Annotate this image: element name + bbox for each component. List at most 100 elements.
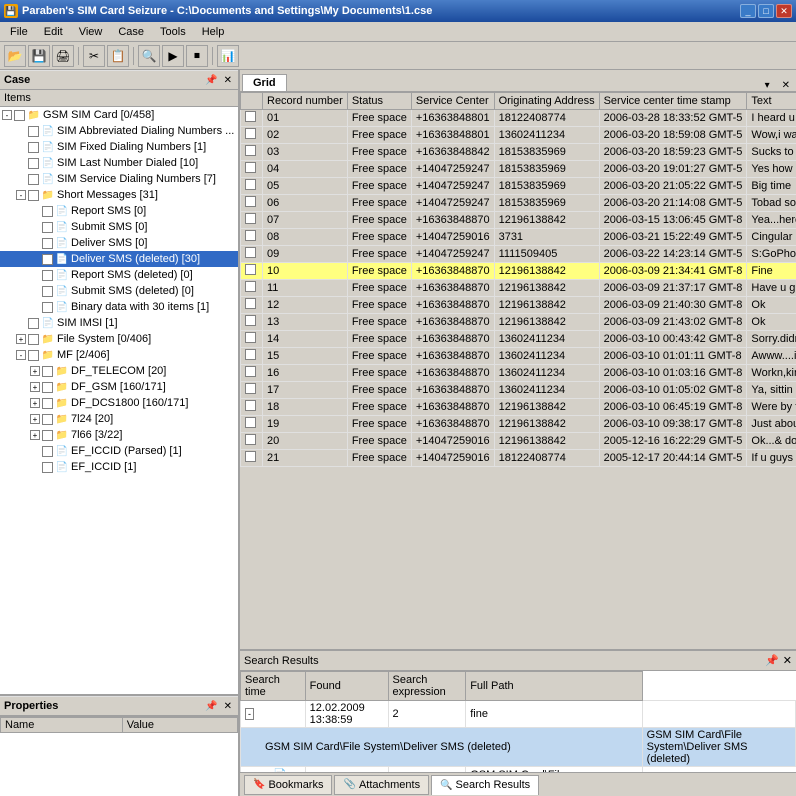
maximize-button[interactable]: □	[758, 4, 774, 18]
checkbox-deliver_del[interactable]	[42, 254, 53, 265]
row-checkbox-9[interactable]	[245, 264, 256, 275]
expand-dfdcs[interactable]: +	[30, 398, 40, 408]
checkbox-submit[interactable]	[42, 222, 53, 233]
row-checkbox-10[interactable]	[245, 281, 256, 292]
checkbox-short[interactable]	[28, 190, 39, 201]
toolbar-stop[interactable]: ⏹	[186, 45, 208, 67]
panel-pin[interactable]: 📌	[203, 75, 219, 86]
table-row[interactable]: 18Free space+16363848870121961388422006-…	[241, 399, 796, 416]
toolbar-save[interactable]: 💾	[28, 45, 50, 67]
row-checkbox-3[interactable]	[245, 162, 256, 173]
tree-item-mf[interactable]: -📁MF [2/406]	[0, 347, 238, 363]
row-checkbox-8[interactable]	[245, 247, 256, 258]
search-pin[interactable]: 📌	[765, 654, 779, 667]
expand-short[interactable]: -	[16, 190, 26, 200]
table-row[interactable]: 12Free space+16363848870121961388422006-…	[241, 297, 796, 314]
toolbar-copy[interactable]: 📋	[107, 45, 129, 67]
row-checkbox-19[interactable]	[245, 434, 256, 445]
row-checkbox-2[interactable]	[245, 145, 256, 156]
toolbar-search[interactable]: 🔍	[138, 45, 160, 67]
row-checkbox-7[interactable]	[245, 230, 256, 241]
tree-item-dfdcs[interactable]: +📁DF_DCS1800 [160/171]	[0, 395, 238, 411]
table-row[interactable]: 19Free space+16363848870121961388422006-…	[241, 416, 796, 433]
properties-pin[interactable]: 📌	[203, 701, 219, 712]
row-checkbox-17[interactable]	[245, 400, 256, 411]
menu-view[interactable]: View	[71, 24, 111, 40]
tree-item-7124[interactable]: +📁7l24 [20]	[0, 411, 238, 427]
tree-item-submit_del[interactable]: 📄Submit SMS (deleted) [0]	[0, 283, 238, 299]
search-close[interactable]: ✕	[783, 654, 792, 667]
row-checkbox-15[interactable]	[245, 366, 256, 377]
table-row[interactable]: 14Free space+16363848870136024112342006-…	[241, 331, 796, 348]
table-row[interactable]: 20Free space+14047259016121961388422005-…	[241, 433, 796, 450]
tree-item-telecom[interactable]: +📁DF_TELECOM [20]	[0, 363, 238, 379]
table-row[interactable]: 05Free space+14047259247181538359692006-…	[241, 178, 796, 195]
properties-close[interactable]: ✕	[222, 701, 234, 712]
toolbar-print[interactable]: 🖨	[52, 45, 74, 67]
tree-item-ef_iccid_p[interactable]: 📄EF_ICCID (Parsed) [1]	[0, 443, 238, 459]
close-button[interactable]: ✕	[776, 4, 792, 18]
data-grid[interactable]: Record number Status Service Center Orig…	[240, 92, 796, 649]
checkbox-report[interactable]	[42, 206, 53, 217]
row-checkbox-1[interactable]	[245, 128, 256, 139]
table-row[interactable]: 09Free space+1404725924711115094052006-0…	[241, 246, 796, 263]
expand-dfgsm[interactable]: +	[30, 382, 40, 392]
tab-attachments[interactable]: 📎 Attachments	[334, 775, 429, 795]
table-row[interactable]: 04Free space+14047259247181538359692006-…	[241, 161, 796, 178]
tree-item-7166[interactable]: +📁7l66 [3/22]	[0, 427, 238, 443]
panel-close[interactable]: ✕	[222, 75, 234, 86]
minimize-button[interactable]: _	[740, 4, 756, 18]
menu-edit[interactable]: Edit	[36, 24, 71, 40]
checkbox-7124[interactable]	[42, 414, 53, 425]
checkbox-fixed[interactable]	[28, 142, 39, 153]
table-row[interactable]: 01Free space+16363848801181224087742006-…	[241, 110, 796, 127]
tree-item-gsm[interactable]: -📁GSM SIM Card [0/458]	[0, 107, 238, 123]
checkbox-binary[interactable]	[42, 302, 53, 313]
search-expand[interactable]: -	[245, 708, 254, 720]
tree-item-abbrev[interactable]: 📄SIM Abbreviated Dialing Numbers ...	[0, 123, 238, 139]
tree-item-last[interactable]: 📄SIM Last Number Dialed [10]	[0, 155, 238, 171]
row-checkbox-0[interactable]	[245, 111, 256, 122]
expand-7166[interactable]: +	[30, 430, 40, 440]
table-row[interactable]: 17Free space+16363848870136024112342006-…	[241, 382, 796, 399]
col-timestamp[interactable]: Service center time stamp	[599, 93, 747, 110]
expand-mf[interactable]: -	[16, 350, 26, 360]
tree-item-deliver_del[interactable]: 📄Deliver SMS (deleted) [30]	[0, 251, 238, 267]
tab-bookmarks[interactable]: 🔖 Bookmarks	[244, 775, 332, 795]
tree-item-dfgsm[interactable]: +📁DF_GSM [160/171]	[0, 379, 238, 395]
checkbox-imsi[interactable]	[28, 318, 39, 329]
grid-close[interactable]: ▾	[761, 80, 774, 91]
tree-item-submit[interactable]: 📄Submit SMS [0]	[0, 219, 238, 235]
checkbox-ef_iccid[interactable]	[42, 462, 53, 473]
tree-item-imsi[interactable]: 📄SIM IMSI [1]	[0, 315, 238, 331]
col-text[interactable]: Text	[747, 93, 796, 110]
tree-item-fs[interactable]: +📁File System [0/406]	[0, 331, 238, 347]
checkbox-dfgsm[interactable]	[42, 382, 53, 393]
row-checkbox-18[interactable]	[245, 417, 256, 428]
table-row[interactable]: 02Free space+16363848801136024112342006-…	[241, 127, 796, 144]
tree-item-deliver[interactable]: 📄Deliver SMS [0]	[0, 235, 238, 251]
search-row[interactable]: -12.02.2009 13:38:592fine	[241, 701, 796, 728]
tree-item-report[interactable]: 📄Report SMS [0]	[0, 203, 238, 219]
checkbox-fs[interactable]	[28, 334, 39, 345]
row-checkbox-4[interactable]	[245, 179, 256, 190]
row-checkbox-14[interactable]	[245, 349, 256, 360]
tree-item-report_del[interactable]: 📄Report SMS (deleted) [0]	[0, 267, 238, 283]
checkbox-dfdcs[interactable]	[42, 398, 53, 409]
menu-case[interactable]: Case	[110, 24, 152, 40]
table-row[interactable]: 21Free space+14047259016181224087742005-…	[241, 450, 796, 467]
table-row[interactable]: 13Free space+16363848870121961388422006-…	[241, 314, 796, 331]
expand-telecom[interactable]: +	[30, 366, 40, 376]
menu-tools[interactable]: Tools	[152, 24, 194, 40]
checkbox-abbrev[interactable]	[28, 126, 39, 137]
checkbox-mf[interactable]	[28, 350, 39, 361]
expand-gsm[interactable]: -	[2, 110, 12, 120]
table-row[interactable]: 08Free space+1404725901637312006-03-21 1…	[241, 229, 796, 246]
toolbar-report[interactable]: 📊	[217, 45, 239, 67]
table-row[interactable]: 10Free space+16363848870121961388422006-…	[241, 263, 796, 280]
checkbox-service[interactable]	[28, 174, 39, 185]
table-row[interactable]: 07Free space+16363848870121961388422006-…	[241, 212, 796, 229]
tree-item-service[interactable]: 📄SIM Service Dialing Numbers [7]	[0, 171, 238, 187]
expand-fs[interactable]: +	[16, 334, 26, 344]
checkbox-7166[interactable]	[42, 430, 53, 441]
